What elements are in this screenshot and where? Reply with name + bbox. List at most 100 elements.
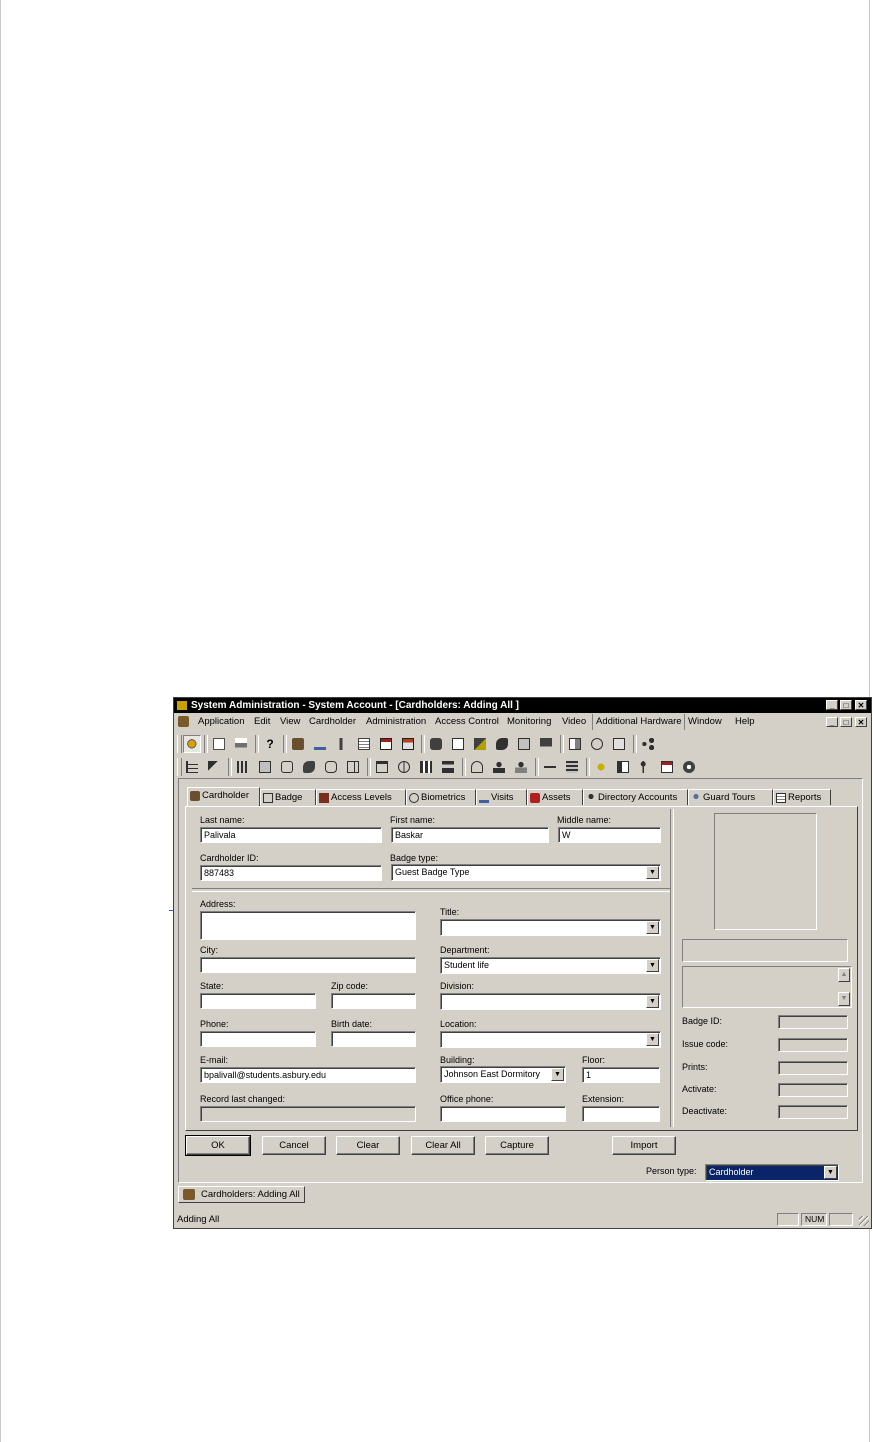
alert-button[interactable] — [592, 758, 610, 776]
cancel-button[interactable]: Cancel — [262, 1136, 326, 1155]
menu-view[interactable]: View — [280, 714, 300, 730]
state-field[interactable] — [200, 993, 316, 1009]
menu-administration[interactable]: Administration — [366, 714, 426, 730]
system-options-button[interactable] — [566, 735, 584, 753]
menu-window[interactable]: Window — [684, 714, 722, 730]
workstations-button[interactable] — [537, 735, 555, 753]
card-formats-button[interactable] — [399, 735, 417, 753]
visits-button[interactable] — [311, 735, 329, 753]
ok-button[interactable]: OK — [185, 1135, 251, 1156]
key-button[interactable] — [541, 758, 559, 776]
print-preview-button[interactable] — [210, 735, 228, 753]
title-bar[interactable]: System Administration - System Account -… — [174, 698, 871, 713]
system-tree-button[interactable] — [183, 758, 201, 776]
alarm-panels-button[interactable] — [471, 735, 489, 753]
office-phone-field[interactable] — [440, 1106, 566, 1122]
area-button[interactable] — [373, 758, 391, 776]
guard-button[interactable] — [512, 758, 530, 776]
doc-minimize-button[interactable]: _ — [826, 717, 838, 727]
door-button[interactable] — [344, 758, 362, 776]
cardholders-button[interactable] — [289, 735, 307, 753]
location-select[interactable]: ▼ — [440, 1031, 661, 1048]
clear-all-button[interactable]: Clear All — [411, 1136, 475, 1155]
find-device-button[interactable] — [205, 758, 223, 776]
monitor-zones-button[interactable] — [610, 735, 628, 753]
city-field[interactable] — [200, 957, 416, 973]
scroll-up-button[interactable]: ▲ — [838, 968, 850, 982]
menu-access-control[interactable]: Access Control — [435, 714, 499, 730]
globe-button[interactable] — [395, 758, 413, 776]
alarm-inputs-button[interactable] — [493, 735, 511, 753]
operator-button[interactable] — [490, 758, 508, 776]
extension-field[interactable] — [582, 1106, 660, 1122]
alarm-outputs-button[interactable] — [515, 735, 533, 753]
toolbar-handle[interactable] — [177, 758, 182, 776]
floor-field[interactable]: 1 — [582, 1067, 660, 1083]
clear-button[interactable]: Clear — [336, 1136, 400, 1155]
print-button[interactable] — [232, 735, 250, 753]
cardholder-id-field[interactable]: 887483 — [200, 865, 382, 881]
tab-assets[interactable]: Assets — [527, 789, 583, 805]
scheduler-button[interactable] — [588, 735, 606, 753]
chevron-down-icon[interactable]: ▼ — [551, 1068, 564, 1081]
calendar-button[interactable] — [658, 758, 676, 776]
intercom-button[interactable] — [300, 758, 318, 776]
reports-button[interactable] — [355, 735, 373, 753]
address-field[interactable] — [200, 911, 416, 940]
doc-close-button[interactable]: ✕ — [855, 717, 867, 727]
server-button[interactable] — [563, 758, 581, 776]
last-name-field[interactable]: Palivala — [200, 827, 382, 843]
resize-grip[interactable] — [859, 1216, 869, 1226]
minimize-button[interactable]: _ — [826, 700, 838, 710]
tab-reports[interactable]: Reports — [773, 789, 831, 805]
zip-field[interactable] — [331, 993, 416, 1009]
menu-additional-hardware[interactable]: Additional Hardware — [592, 714, 682, 730]
access-panels-button[interactable] — [427, 735, 445, 753]
toolbar-handle[interactable] — [177, 735, 182, 753]
close-button[interactable]: ✕ — [855, 700, 867, 710]
menu-help[interactable]: Help — [735, 714, 755, 730]
network-tree-button[interactable] — [439, 758, 457, 776]
maximize-button[interactable]: □ — [840, 700, 852, 710]
muster-button[interactable] — [636, 758, 654, 776]
birth-date-field[interactable] — [331, 1031, 416, 1047]
tab-access-levels[interactable]: Access Levels — [316, 789, 406, 805]
division-select[interactable]: ▼ — [440, 993, 661, 1010]
menu-application[interactable]: Application — [198, 714, 244, 730]
chevron-down-icon[interactable]: ▼ — [646, 959, 659, 972]
chevron-down-icon[interactable]: ▼ — [646, 995, 659, 1008]
scroll-down-button[interactable]: ▼ — [838, 992, 850, 1006]
building-select[interactable]: Johnson East Dormitory ▼ — [440, 1066, 566, 1083]
menu-cardholder[interactable]: Cardholder — [309, 714, 356, 730]
readers-button[interactable] — [449, 735, 467, 753]
tab-cardholder[interactable]: Cardholder — [187, 787, 260, 806]
menu-monitoring[interactable]: Monitoring — [507, 714, 551, 730]
import-button[interactable]: Import — [612, 1136, 676, 1155]
title-select[interactable]: ▼ — [440, 919, 661, 936]
chevron-down-icon[interactable]: ▼ — [646, 1033, 659, 1046]
badge-designer-button[interactable] — [377, 735, 395, 753]
chevron-down-icon[interactable]: ▼ — [824, 1166, 837, 1179]
doc-restore-button[interactable]: □ — [840, 717, 852, 727]
chevron-down-icon[interactable]: ▼ — [646, 866, 659, 879]
tab-biometrics[interactable]: Biometrics — [406, 789, 476, 805]
department-select[interactable]: Student life ▼ — [440, 957, 661, 974]
network-button[interactable] — [639, 735, 657, 753]
tab-badge[interactable]: Badge — [260, 789, 316, 805]
alarm-button[interactable] — [468, 758, 486, 776]
chevron-down-icon[interactable]: ▼ — [646, 921, 659, 934]
badge-type-select[interactable]: Guest Badge Type ▼ — [391, 864, 661, 881]
middle-name-field[interactable]: W — [558, 827, 661, 843]
cardholder-search-button[interactable] — [183, 735, 201, 753]
assets-button[interactable] — [333, 735, 351, 753]
capture-button[interactable]: Capture — [485, 1136, 549, 1155]
person-type-select[interactable]: Cardholder ▼ — [705, 1164, 839, 1181]
menu-video[interactable]: Video — [562, 714, 586, 730]
badge-list[interactable]: ▲ ▼ — [682, 966, 852, 1008]
tab-guard-tours[interactable]: Guard Tours — [688, 789, 773, 805]
tab-directory-accounts[interactable]: Directory Accounts — [583, 789, 688, 805]
output-module-button[interactable] — [278, 758, 296, 776]
badge-print-button[interactable] — [614, 758, 632, 776]
cardholder-photo[interactable] — [714, 813, 817, 930]
document-tab[interactable]: Cardholders: Adding All — [178, 1186, 305, 1203]
